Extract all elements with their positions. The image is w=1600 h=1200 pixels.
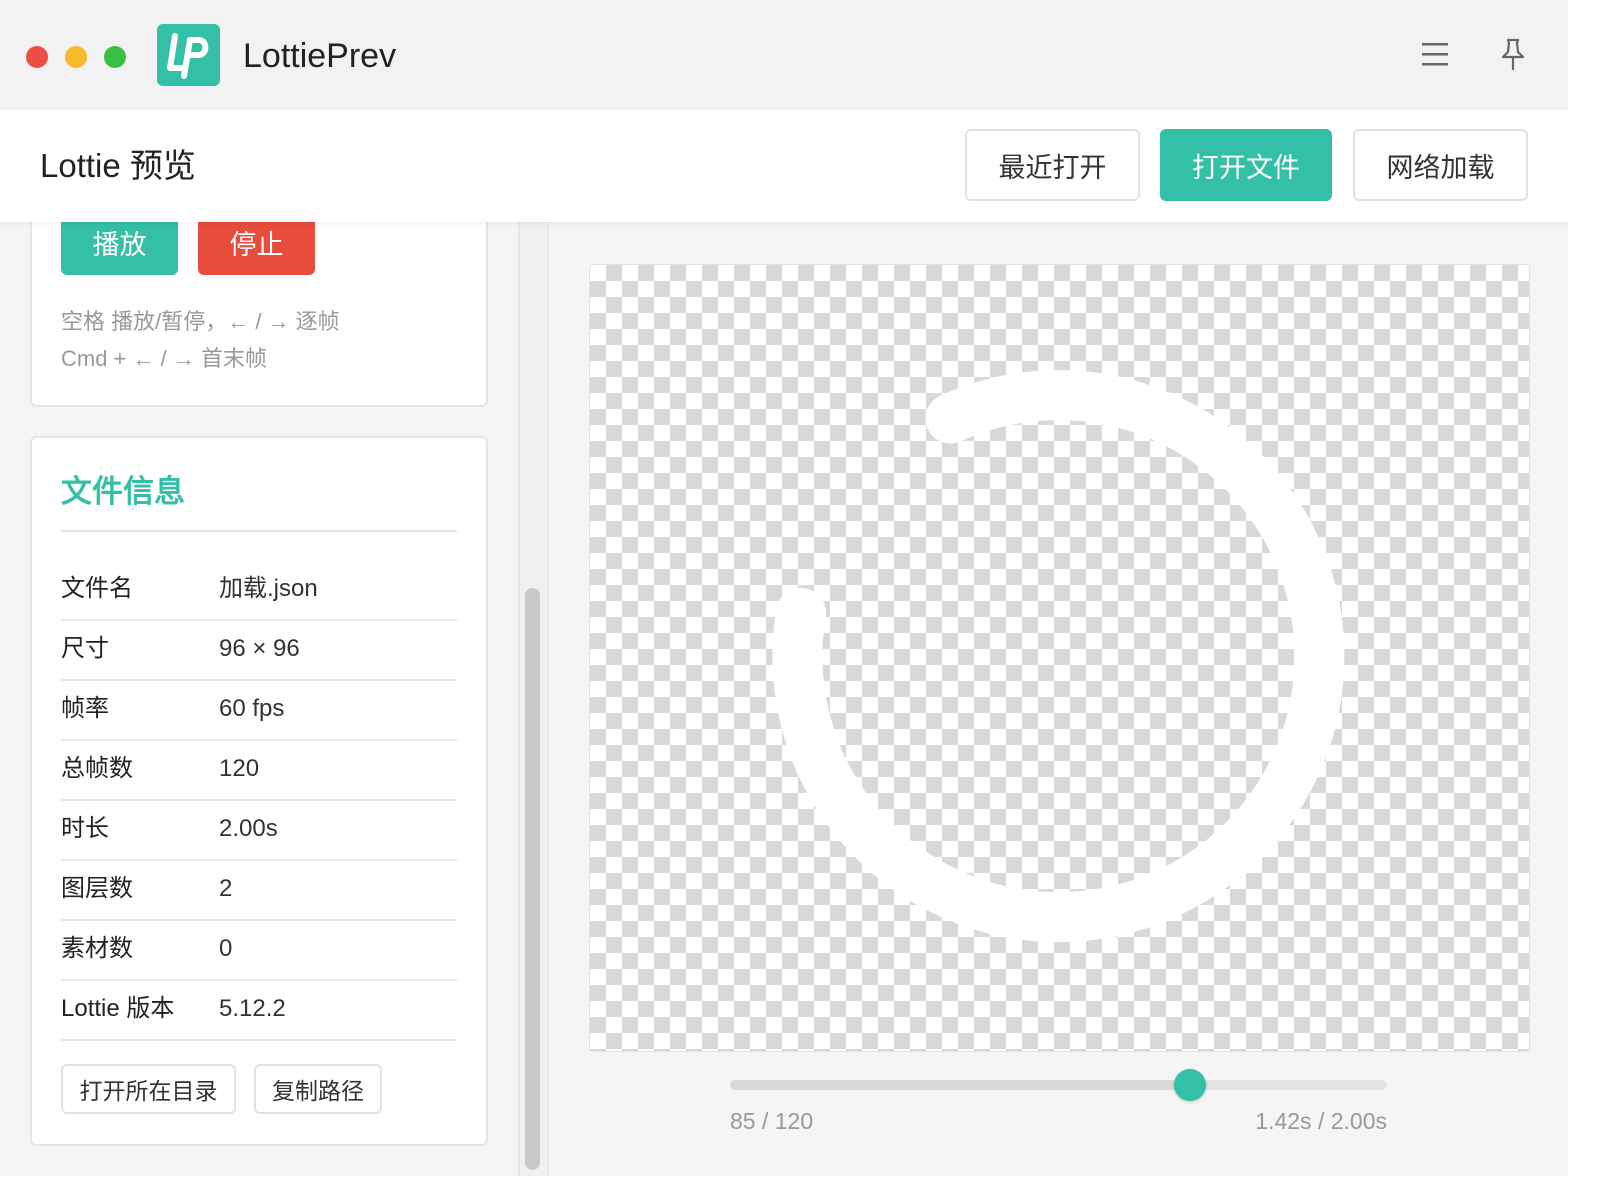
info-row-assets: 素材数 0: [61, 921, 457, 981]
file-info-title: 文件信息: [61, 474, 185, 509]
loading-spinner-animation: [772, 370, 1345, 943]
animation-canvas: [589, 264, 1530, 1052]
app-logo-icon: [157, 24, 220, 86]
open-file-button[interactable]: 打开文件: [1160, 129, 1332, 201]
zoom-window-button[interactable]: [104, 46, 126, 68]
info-key: 时长: [61, 815, 109, 842]
info-key: 总帧数: [61, 755, 133, 782]
scrollbar-thumb[interactable]: [525, 588, 540, 1170]
info-value: 96 × 96: [219, 635, 300, 662]
recent-files-button[interactable]: 最近打开: [965, 129, 1140, 201]
info-row-lottie-version: Lottie 版本 5.12.2: [61, 981, 457, 1041]
info-key: Lottie 版本: [61, 995, 175, 1022]
shortcut-hint: Cmd + ← / → 首末帧: [61, 346, 267, 371]
close-window-button[interactable]: [26, 46, 48, 68]
timeline-slider[interactable]: [730, 1080, 1387, 1090]
frame-counter: 85 / 120: [730, 1108, 814, 1134]
info-value: 2: [219, 875, 233, 902]
info-value: 5.12.2: [219, 995, 286, 1022]
page-title: Lottie 预览: [40, 147, 196, 184]
info-row-size: 尺寸 96 × 96: [61, 621, 457, 681]
open-directory-button[interactable]: 打开所在目录: [61, 1064, 236, 1114]
info-value: 0: [219, 935, 233, 962]
info-row-layers: 图层数 2: [61, 861, 457, 921]
info-row-filename: 文件名 加载.json: [61, 561, 457, 621]
info-row-total-frames: 总帧数 120: [61, 741, 457, 801]
info-value: 加载.json: [219, 575, 318, 602]
copy-path-button[interactable]: 复制路径: [254, 1064, 382, 1114]
info-value: 60 fps: [219, 695, 285, 722]
network-load-button[interactable]: 网络加载: [1353, 129, 1528, 201]
timeline-progress: [730, 1080, 1190, 1090]
info-key: 文件名: [61, 575, 133, 602]
toolbar-header: Lottie 预览 最近打开 打开文件 网络加载: [0, 110, 1568, 222]
pin-icon[interactable]: [1496, 36, 1530, 72]
info-value: 2.00s: [219, 815, 278, 842]
time-counter: 1.42s / 2.00s: [1255, 1108, 1387, 1134]
info-row-duration: 时长 2.00s: [61, 801, 457, 861]
app-window: LottiePrev Lottie 预览 最近打开 打开文件 网络加载 播放 停…: [0, 0, 1568, 1176]
title-bar: LottiePrev: [0, 0, 1568, 111]
app-title: LottiePrev: [243, 37, 397, 75]
info-row-framerate: 帧率 60 fps: [61, 681, 457, 741]
shortcut-hint: 空格 播放/暂停，← / → 逐帧: [61, 309, 340, 334]
info-key: 帧率: [61, 695, 109, 722]
divider: [61, 530, 457, 532]
info-key: 尺寸: [61, 635, 109, 662]
info-value: 120: [219, 755, 260, 782]
info-key: 图层数: [61, 875, 133, 902]
info-key: 素材数: [61, 935, 133, 962]
timeline-slider-thumb[interactable]: [1173, 1069, 1206, 1101]
menu-icon[interactable]: [1418, 40, 1452, 68]
minimize-window-button[interactable]: [65, 46, 87, 68]
